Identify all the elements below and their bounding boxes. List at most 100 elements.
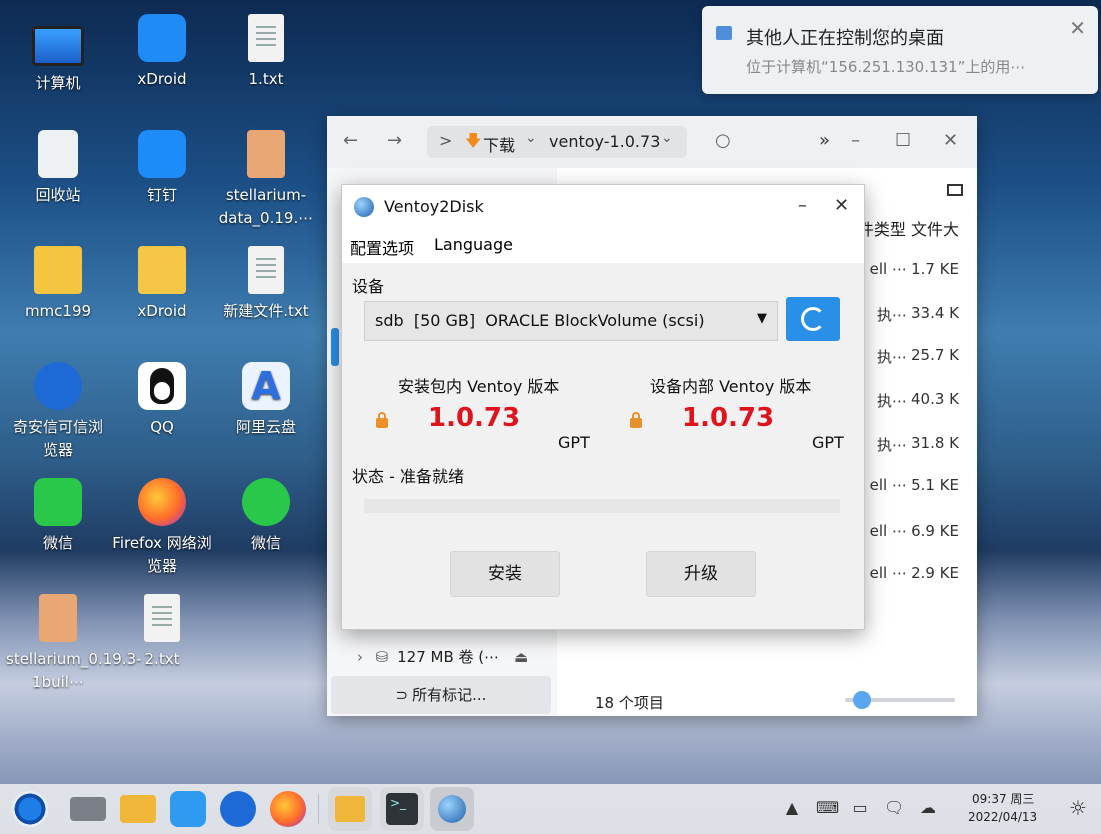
desktop-icon-label: 新建文件.txt xyxy=(223,302,309,320)
device-select[interactable]: sdb [50 GB] ORACLE BlockVolume (scsi) ▼ xyxy=(364,301,778,341)
minimize-button[interactable]: – xyxy=(851,130,860,151)
file-size: 1.7 KE xyxy=(911,260,959,278)
desktop-icon-label: 微信 xyxy=(250,534,281,552)
notification-body: 位于计算机“156.251.130.131”上的用⋯ xyxy=(746,58,1026,76)
desktop-icon-label: Firefox 网络浏览器 xyxy=(112,534,212,575)
file-manager-running-icon[interactable] xyxy=(328,787,372,831)
minimize-button[interactable]: – xyxy=(798,195,807,216)
ventoy-dialog: Ventoy2Disk – ✕ 配置选项 Language 设备 sdb [50… xyxy=(341,184,865,630)
desktop-icon-qq[interactable]: QQ xyxy=(110,362,214,439)
taskbar: >_ ▲ ⌨ ▭ 🗨 ☁ 09:37 周三 2022/04/13 ☼ xyxy=(0,784,1101,834)
breadcrumb-ventoy[interactable]: ventoy-1.0.73 xyxy=(549,132,660,151)
close-button[interactable]: ✕ xyxy=(834,195,849,216)
file-type: 执⋯ xyxy=(876,348,907,366)
clock-time[interactable]: 09:37 周三 xyxy=(972,790,1034,807)
package-version: 1.0.73 xyxy=(428,403,521,433)
install-button[interactable]: 安装 xyxy=(450,551,560,597)
desktop-icon-aliyun-drive[interactable]: A 阿里云盘 xyxy=(214,362,318,439)
start-menu-icon[interactable] xyxy=(12,791,48,827)
progress-bar xyxy=(364,499,840,513)
maximize-button[interactable]: ☐ xyxy=(895,130,911,151)
desktop-icon-computer[interactable]: 计算机 xyxy=(6,18,110,95)
wechat-icon xyxy=(34,478,82,526)
desktop-icon-label: 1.txt xyxy=(248,70,284,88)
taskbar-divider xyxy=(318,794,319,824)
breadcrumb-downloads[interactable]: 下载 xyxy=(483,132,515,156)
desktop-icon-wechat-2[interactable]: 微信 xyxy=(214,478,318,555)
notification-toast[interactable]: 其他人正在控制您的桌面 位于计算机“156.251.130.131”上的用⋯ ✕ xyxy=(702,6,1098,94)
desktop-icon-wechat[interactable]: 微信 xyxy=(6,478,110,555)
screenshot-icon[interactable]: ▭ xyxy=(850,798,870,818)
close-button[interactable]: ✕ xyxy=(943,130,958,151)
desktop-icon-label: QQ xyxy=(150,418,174,436)
sidebar-item-volume[interactable]: › ⛁ 127 MB 卷 (⋯ ⏏ xyxy=(357,646,528,667)
desktop-icon-stellarium-deb[interactable]: stellarium_0.19.3-1buil⋯ xyxy=(6,594,142,694)
eject-icon[interactable]: ⏏ xyxy=(514,648,528,666)
desktop-icon-trash[interactable]: 回收站 xyxy=(6,130,110,207)
menu-language[interactable]: Language xyxy=(434,235,513,254)
ventoy-body: 设备 sdb [50 GB] ORACLE BlockVolume (scsi)… xyxy=(342,263,864,629)
forward-arrow-icon[interactable]: → xyxy=(387,130,402,151)
close-icon[interactable]: ✕ xyxy=(1069,16,1086,40)
desktop-icon-label: 钉钉 xyxy=(146,186,177,204)
desktop-icon-xdroid-folder[interactable]: xDroid xyxy=(110,246,214,323)
deb-package-icon xyxy=(39,594,77,642)
column-headers: 件类型 文件大 xyxy=(857,220,959,239)
back-arrow-icon[interactable]: ← xyxy=(343,130,358,151)
desktop-icon-qax-browser[interactable]: 奇安信可信浏览器 xyxy=(6,362,110,462)
aliyun-drive-icon: A xyxy=(242,362,290,410)
ventoy-running-icon[interactable] xyxy=(430,787,474,831)
menu-config[interactable]: 配置选项 xyxy=(350,235,414,259)
firefox-icon xyxy=(138,478,186,526)
desktop-icon-label: 微信 xyxy=(42,534,73,552)
zoom-slider-knob[interactable] xyxy=(852,691,871,709)
desktop-icon-label: 2.txt xyxy=(144,650,180,668)
desktop-icon-mmc199[interactable]: mmc199 xyxy=(6,246,110,323)
cloud-icon[interactable]: ☁ xyxy=(918,798,938,818)
drive-icon: ⛁ xyxy=(375,648,389,666)
file-type: 执⋯ xyxy=(876,392,907,410)
app-store-icon[interactable] xyxy=(170,791,206,827)
breadcrumb-toggle[interactable]: > xyxy=(439,131,452,150)
file-manager-taskbar-icon[interactable] xyxy=(120,795,156,823)
expand-arrow-icon: › xyxy=(357,648,363,666)
view-toggle-icon[interactable] xyxy=(947,184,963,196)
sidebar-tags-button[interactable]: ⊃ 所有标记... xyxy=(331,676,551,714)
file-type: ell ⋯ xyxy=(869,476,907,494)
qax-browser-taskbar-icon[interactable] xyxy=(220,791,256,827)
desktop-icon-xdroid[interactable]: xDroid xyxy=(110,14,214,91)
file-type: 执⋯ xyxy=(876,436,907,454)
computer-icon xyxy=(32,26,84,66)
upgrade-button[interactable]: 升级 xyxy=(646,551,756,597)
clock-date[interactable]: 2022/04/13 xyxy=(968,810,1037,824)
refresh-button[interactable] xyxy=(786,297,840,341)
keyboard-icon[interactable]: ⌨ xyxy=(816,798,839,818)
desktop-icon-label: stellarium_0.19.3-1buil⋯ xyxy=(6,650,142,691)
trash-icon xyxy=(38,130,78,178)
desktop-icon-dingtalk[interactable]: 钉钉 xyxy=(110,130,214,207)
file-size: 40.3 K xyxy=(910,390,959,408)
zoom-slider[interactable] xyxy=(845,691,955,709)
desktop-icon-stellarium-data[interactable]: stellarium-data_0.19.⋯ xyxy=(214,130,318,230)
desktop-icon-2txt[interactable]: 2.txt xyxy=(110,594,214,671)
more-icon[interactable]: » xyxy=(819,130,830,151)
multitask-view-icon[interactable] xyxy=(70,797,106,821)
notification-center-icon[interactable]: 🗨 xyxy=(884,798,904,818)
brightness-icon[interactable]: ☼ xyxy=(1068,796,1088,820)
qq-penguin-icon xyxy=(138,362,186,410)
desktop-icon-firefox[interactable]: Firefox 网络浏览器 xyxy=(110,478,214,578)
firefox-taskbar-icon[interactable] xyxy=(270,791,306,827)
notification-title: 其他人正在控制您的桌面 xyxy=(746,28,944,49)
breadcrumb[interactable]: > 🡇 下载 ⌄ ventoy-1.0.73 ⌄ xyxy=(427,126,687,158)
ventoy-logo-icon xyxy=(438,795,466,823)
terminal-icon[interactable]: >_ xyxy=(380,787,424,831)
ventoy-title: Ventoy2Disk xyxy=(384,197,484,216)
desktop-icon-label: 回收站 xyxy=(35,186,81,204)
chevron-down-icon: ⌄ xyxy=(525,130,537,146)
package-partition-style: GPT xyxy=(558,433,590,452)
desktop-icon-1txt[interactable]: 1.txt xyxy=(214,14,318,91)
desktop-icon-new-txt[interactable]: 新建文件.txt xyxy=(214,246,318,323)
search-icon[interactable]: ○ xyxy=(715,130,731,151)
tray-expand-icon[interactable]: ▲ xyxy=(782,798,802,818)
file-type: ell ⋯ xyxy=(869,522,907,540)
